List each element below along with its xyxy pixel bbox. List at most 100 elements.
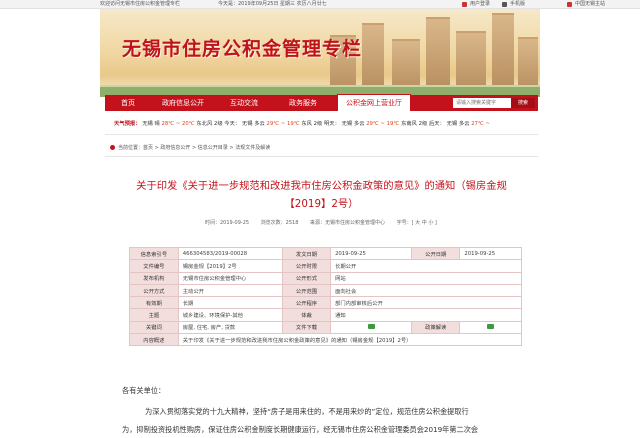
interpretation-cell [459, 320, 522, 335]
table-row: 发布机构 无锡市住房公积金管理中心 公开形式 网站 [129, 271, 522, 285]
label-issue-date: 发文日期 [281, 246, 332, 261]
weather-condition: 多云 [458, 121, 470, 127]
breadcrumb-home[interactable]: 首页 [143, 145, 153, 151]
value-keywords: 房屋, 住宅, 房产, 贷款 [177, 320, 283, 335]
weather-temperature: 29℃ ~ 19℃ [266, 121, 300, 127]
value-issuer: 无锡市住房公积金管理中心 [177, 271, 283, 285]
nav-online-hall[interactable]: 公积金网上营业厅 [337, 94, 411, 111]
value-publish-date: 2019-09-25 [459, 246, 522, 261]
main-site-link[interactable]: 中国无锡主站 [575, 0, 605, 9]
label-interpretation: 政策解读 [411, 320, 461, 335]
weather-bar: 天气预报： 无锡 晴 28℃ ~ 20℃ 东北风 2级 今天： 无锡 多云 29… [114, 119, 534, 129]
weather-entry: 东北风 2级 今天： [196, 121, 240, 127]
divider [105, 134, 538, 135]
banner: 无锡市住房公积金管理专栏 [100, 9, 540, 97]
body-greeting: 各有关单位： [122, 386, 166, 395]
top-bar: 欢迎访问无锡市住房公积金管理专栏 今天是：2019年09月25日 星期三 农历八… [0, 0, 640, 9]
nav-gov-info[interactable]: 政府信息公开 [151, 95, 215, 111]
weather-temperature: 27℃ ~ [471, 121, 490, 127]
label-validity: 有效期 [129, 296, 179, 310]
document-title: 关于印发《关于进一步规范和改进我市住房公积金政策的意见》的通知（锡房金规 【20… [108, 177, 535, 213]
mobile-link[interactable]: 手机版 [510, 0, 525, 9]
table-row: 有效期 长期 公开程序 部门内部审核后公开 [129, 296, 522, 310]
value-procedure: 部门内部审核后公开 [330, 296, 522, 310]
weather-entry: 无锡 多云 29℃ ~ 19℃ [242, 121, 300, 127]
weather-label: 天气预报： [114, 121, 141, 127]
value-scope: 面向社会 [330, 283, 522, 298]
label-scope: 公开范围 [281, 283, 332, 298]
weather-entry: 无锡 晴 28℃ ~ 20℃ [142, 121, 194, 127]
search-input[interactable] [453, 98, 509, 108]
weather-entry: 无锡 多云 29℃ ~ 19℃ [342, 121, 400, 127]
value-summary: 关于印发《关于进一步规范和改进我市住房公积金政策的意见》的通知（锡房金规【201… [177, 333, 523, 347]
label-genre: 体裁 [281, 308, 332, 322]
table-row: 主题 城乡建设、环境保护-其他 体裁 通知 [129, 308, 522, 322]
weather-wind: 东南风 [401, 121, 417, 127]
breadcrumb-regulations[interactable]: 法规文件及解读 [235, 145, 270, 151]
weather-city: 无锡 [446, 121, 458, 127]
mobile-icon [502, 2, 507, 7]
label-topic: 主题 [129, 308, 179, 322]
weather-entry: 无锡 多云 27℃ ~ [447, 121, 490, 127]
table-row: 关键词 房屋, 住宅, 房产, 贷款 文件下载 政策解读 [129, 320, 522, 335]
value-doc-no: 锡房金规【2019】2号 [177, 259, 283, 273]
breadcrumb-gov-info[interactable]: 政府信息公开 [160, 145, 190, 151]
user-login-link[interactable]: 用户登录 [470, 0, 490, 9]
document-meta: 时间：2019-09-25 浏览次数：2518 来源：无锡市住房公积金管理中心 … [205, 219, 447, 226]
body-paragraph: 为深入贯彻落实党的十九大精神，坚持“房子是用来住的，不是用来炒的”定位，规范住房… [145, 407, 469, 416]
weather-wind-level: 2级 后天： [418, 121, 445, 127]
label-summary: 内容概述 [129, 333, 179, 347]
nav-services[interactable]: 政务服务 [273, 95, 333, 111]
weather-city: 无锡 [341, 121, 353, 127]
source: 来源：无锡市住房公积金管理中心 [309, 220, 385, 226]
user-icon [462, 2, 467, 7]
label-keywords: 关键词 [129, 320, 179, 335]
label-procedure: 公开程序 [281, 296, 332, 310]
value-form: 网站 [330, 271, 522, 285]
table-row: 公开方式 主动公开 公开范围 面向社会 [129, 283, 522, 298]
search-button[interactable]: 搜索 [511, 98, 535, 108]
weather-entry: 东南风 2级 后天： [401, 121, 445, 127]
nav-home[interactable]: 首页 [105, 95, 151, 111]
value-genre: 通知 [330, 308, 522, 322]
download-icon[interactable] [367, 324, 375, 330]
body-paragraph: 为，抑制投资投机性购房，保证住房公积金制度长期健康运行，经无锡市住房公积金管理委… [122, 425, 479, 434]
value-validity: 长期 [177, 296, 283, 310]
weather-city: 无锡 [142, 121, 153, 127]
weather-wind-level: 2级 今天： [213, 121, 241, 127]
table-row: 内容概述 关于印发《关于进一步规范和改进我市住房公积金政策的意见》的通知（锡房金… [129, 333, 523, 347]
info-table: 信息索引号 466304583/2019-00028 发文日期 2019-09-… [129, 246, 523, 347]
font-size-switcher[interactable]: 字号：[ 大 中 小 ] [397, 220, 437, 226]
weather-condition: 多云 [254, 121, 265, 127]
value-time-limit: 长期公开 [330, 259, 522, 273]
nav-interaction[interactable]: 互动交流 [215, 95, 273, 111]
site-title: 无锡市住房公积金管理专栏 [122, 38, 363, 60]
weather-wind-level: 2级 明天： [313, 121, 340, 127]
weather-temperature: 29℃ ~ 19℃ [366, 121, 400, 127]
download-cell [330, 320, 413, 335]
weather-entry: 东风 2级 明天： [301, 121, 340, 127]
search-box: 搜索 [453, 98, 535, 108]
interpretation-icon[interactable] [487, 324, 495, 330]
label-doc-no: 文件编号 [129, 259, 179, 273]
breadcrumb: 当前位置：首页 > 政府信息公开 > 信息公开目录 > 法规文件及解读 [110, 144, 270, 152]
location-icon [110, 145, 115, 150]
breadcrumb-prefix: 当前位置： [118, 145, 144, 151]
label-time-limit: 公开时限 [281, 259, 332, 273]
divider [105, 156, 538, 157]
breadcrumb-catalog[interactable]: 信息公开目录 [198, 145, 228, 151]
document-title-line2: 【2019】2号） [284, 198, 359, 210]
document-title-line1: 关于印发《关于进一步规范和改进我市住房公积金政策的意见》的通知（锡房金规 [136, 180, 507, 192]
weather-temperature: 28℃ ~ 20℃ [161, 121, 195, 127]
welcome-text: 欢迎访问无锡市住房公积金管理专栏 [100, 1, 181, 7]
weather-wind: 东风 [301, 121, 312, 127]
weather-condition: 多云 [353, 121, 365, 127]
value-index-no: 466304583/2019-00028 [177, 246, 283, 261]
main-nav: 首页 政府信息公开 互动交流 政务服务 公积金网上营业厅 搜索 [105, 94, 538, 111]
label-index-no: 信息索引号 [129, 246, 179, 261]
publish-time: 时间：2019-09-25 [205, 220, 250, 226]
weather-city: 无锡 [241, 121, 253, 127]
home-site-icon [567, 2, 572, 7]
value-method: 主动公开 [177, 283, 283, 298]
label-issuer: 发布机构 [129, 271, 179, 285]
